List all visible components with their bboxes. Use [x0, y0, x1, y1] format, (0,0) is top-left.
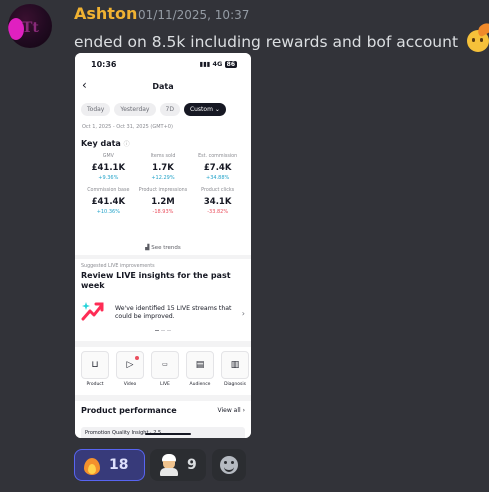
clipboard-icon: ▥ [221, 351, 249, 379]
status-indicators: ▮▮▮ 4G 86 [200, 60, 237, 68]
metric-label: Commission base [87, 188, 130, 193]
tool-video: ▷ Video [116, 351, 144, 391]
message-body: ended on 8.5k including rewards and bof … [74, 33, 459, 51]
metric-change: -18.93% [152, 209, 174, 215]
avatar-logo-mark: Tt [22, 20, 39, 36]
see-trends-link: ▟ See trends [145, 245, 181, 251]
pill-today: Today [81, 102, 111, 116]
metric-product-impressions: Product impressions 1.2M -18.93% [136, 188, 191, 215]
reaction-fire[interactable]: 18 [74, 449, 145, 481]
suggestion-tag: Suggested LIVE improvements [81, 264, 155, 269]
phone-top-bar: ‹ Data [75, 77, 251, 99]
metric-label: Items sold [150, 154, 176, 159]
tool-product: ⊔ Product [81, 351, 109, 391]
pill-custom: Custom ⌄ [183, 102, 226, 116]
metric-product-clicks: Product clicks 34.1K -33.82% [190, 188, 245, 215]
info-icon: ⓘ [123, 141, 130, 148]
tool-label: Video [123, 382, 137, 387]
cook-emoji-icon [159, 454, 179, 476]
metric-change: +34.88% [206, 175, 230, 181]
signal-icon: ▮▮▮ [199, 60, 213, 68]
date-filter-pills: Today Yesterday 7D Custom ⌄ [75, 99, 251, 119]
live-tv-icon: ▭ [151, 351, 179, 379]
home-indicator [145, 433, 191, 435]
bag-icon: ⊔ [81, 351, 109, 379]
carousel-dots [75, 316, 251, 335]
battery-icon: 86 [224, 61, 237, 68]
smiley-add-icon [220, 456, 238, 474]
metric-value: 1.2M [151, 197, 175, 207]
metric-value: 1.7K [152, 163, 174, 173]
reaction-count: 18 [109, 457, 129, 473]
tool-label: Product [86, 382, 104, 387]
suggestion-heading: Review LIVE insights for the past week [81, 271, 231, 290]
reaction-cook[interactable]: 9 [150, 449, 206, 481]
message-text: ended on 8.5k including rewards and bof … [74, 20, 489, 52]
audience-card-icon: ▤ [186, 351, 214, 379]
add-reaction-button[interactable] [212, 449, 246, 481]
metric-change: +10.36% [96, 209, 120, 215]
fire-emoji-icon [83, 455, 101, 475]
metric-items-sold: Items sold 1.7K +12.29% [136, 154, 191, 181]
metric-label: Product clicks [201, 188, 235, 193]
username[interactable]: Ashton [74, 4, 137, 23]
attached-screenshot[interactable]: 10:36 ▮▮▮ 4G 86 ‹ Data Today Yesterday 7… [75, 53, 251, 438]
tool-audience: ▤ Audience [186, 351, 214, 391]
metric-est-commission: Est. commission £7.4K +34.88% [190, 154, 245, 181]
key-data-card: Key data ⓘ GMV £41.1K +9.36% Items sold … [75, 135, 251, 255]
tool-label: LIVE [160, 382, 170, 387]
phone-status-bar: 10:36 ▮▮▮ 4G 86 [75, 53, 251, 77]
tool-live: ▭ LIVE [151, 351, 179, 391]
date-range: Oct 1, 2025 - Oct 31, 2025 (GMT+0) [75, 119, 251, 135]
metric-value: 34.1K [203, 197, 232, 207]
live-suggestion-card: Suggested LIVE improvements Review LIVE … [75, 259, 251, 341]
metric-label: Est. commission [198, 154, 238, 159]
key-data-title: Key data ⓘ [81, 139, 130, 148]
metrics-grid: GMV £41.1K +9.36% Items sold 1.7K +12.29… [81, 154, 245, 215]
tool-label: Diagnosis [224, 382, 246, 387]
metric-label: Product impressions [138, 188, 188, 193]
network-label: 4G [212, 60, 223, 68]
reaction-count: 9 [187, 457, 197, 473]
metric-label: GMV [102, 154, 114, 159]
metric-value: £7.4K [203, 163, 232, 173]
tools-row: ⊔ Product ▷ Video ▭ LIVE ▤ Audience ▥ Di… [75, 347, 251, 395]
view-all-link: View all › [217, 407, 245, 414]
page-title: Data [152, 82, 174, 91]
tool-label: Audience [189, 382, 211, 387]
pill-7d: 7D [159, 102, 180, 116]
metric-gmv: GMV £41.1K +9.36% [81, 154, 136, 181]
pill-yesterday: Yesterday [114, 102, 156, 116]
saluting-face-emoji-icon [466, 20, 489, 52]
metric-value: £41.4K [91, 197, 126, 207]
metric-commission-base: Commission base £41.4K +10.36% [81, 188, 136, 215]
play-icon: ▷ [116, 351, 144, 379]
metric-change: +12.29% [151, 175, 175, 181]
metric-change: +9.36% [98, 175, 119, 181]
user-avatar[interactable]: Tt [8, 4, 52, 48]
tool-diagnosis: ▥ Diagnosis [221, 351, 249, 391]
message-timestamp: 01/11/2025, 10:37 [138, 8, 250, 22]
metric-value: £41.1K [91, 163, 126, 173]
metric-change: -33.82% [207, 209, 229, 215]
status-time: 10:36 [91, 60, 117, 69]
